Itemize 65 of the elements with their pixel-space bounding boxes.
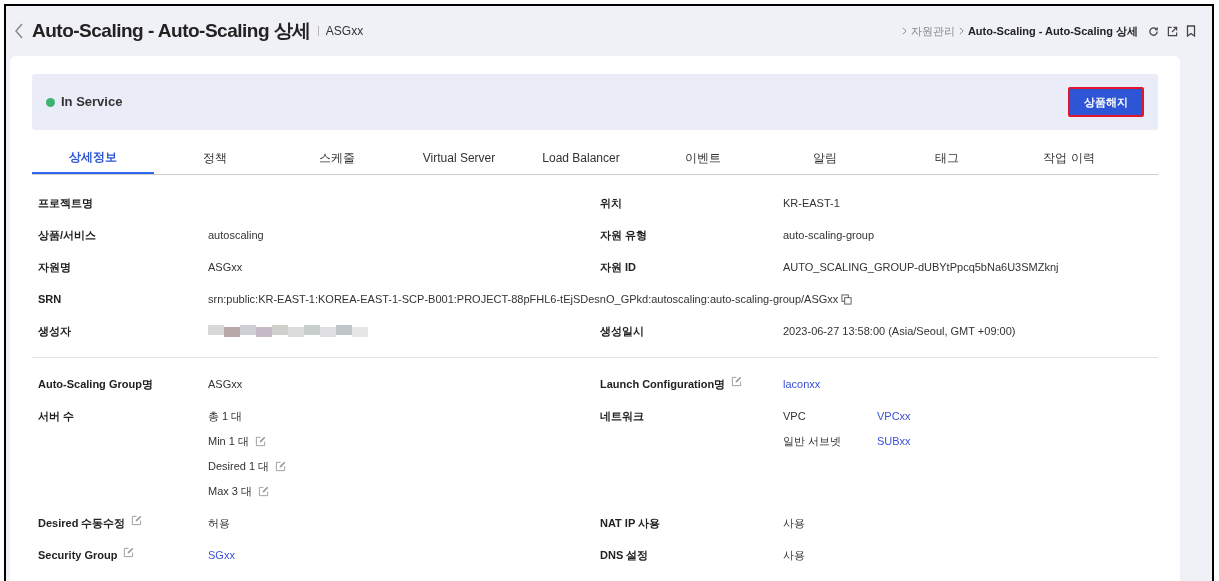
- field-value: Max 3 대: [208, 483, 252, 499]
- field-label: 생성일시: [600, 324, 644, 339]
- field-value: ASGxx: [208, 376, 243, 392]
- field-label: 네트워크: [600, 409, 644, 424]
- page-subtitle: ASGxx: [325, 23, 364, 40]
- field-value: 일반 서브넷: [783, 433, 843, 449]
- external-link-icon[interactable]: [1167, 25, 1178, 37]
- tab[interactable]: 이벤트: [642, 142, 764, 174]
- field-label: Launch Configuration명: [600, 377, 726, 392]
- edit-icon[interactable]: [258, 485, 269, 497]
- link[interactable]: SGxx: [208, 546, 235, 564]
- link[interactable]: VPCxx: [877, 407, 911, 425]
- bookmark-icon[interactable]: [1186, 25, 1196, 37]
- back-icon[interactable]: [14, 23, 24, 39]
- edit-icon[interactable]: [131, 515, 143, 526]
- field-value: 2023-06-27 13:58:00 (Asia/Seoul, GMT +09:00): [783, 323, 1016, 339]
- edit-icon[interactable]: [123, 547, 135, 558]
- field-value: ASGxx: [208, 259, 243, 275]
- status-text: In Service: [61, 93, 123, 112]
- field-value: 사용: [783, 515, 805, 531]
- link[interactable]: laconxx: [783, 375, 821, 393]
- tab[interactable]: 상세정보: [32, 142, 154, 174]
- field-value: Min 1 대: [208, 433, 249, 449]
- field-label: 위치: [600, 196, 622, 211]
- field-value: 총 1 대: [208, 408, 243, 424]
- field-label: 자원명: [38, 260, 71, 275]
- tab[interactable]: 알림: [764, 142, 886, 174]
- field-value: Desired 1 대: [208, 458, 270, 474]
- field-value: srn:public:KR-EAST-1:KOREA-EAST-1-SCP-B001:PROJECT-88pFHL6-tEjSDesnO_GPkd:autoscaling:auto-scaling-group/ASGxx: [208, 291, 839, 307]
- edit-icon[interactable]: [254, 435, 266, 447]
- field-label: DNS 설정: [600, 548, 649, 563]
- link[interactable]: SUBxx: [877, 432, 911, 450]
- field-value: auto-scaling-group: [783, 227, 875, 243]
- edit-icon[interactable]: [731, 376, 743, 387]
- breadcrumb-item: Auto-Scaling - Auto-Scaling 상세: [967, 23, 1138, 39]
- field-value: VPC: [783, 408, 807, 424]
- field-label: Desired 수동수정: [38, 516, 126, 531]
- edit-icon[interactable]: [275, 460, 287, 472]
- field-label: Auto-Scaling Group명: [38, 377, 153, 392]
- refresh-icon[interactable]: [1148, 25, 1159, 37]
- field-label: SRN: [38, 292, 62, 307]
- field-label: Security Group: [38, 548, 118, 563]
- field-label: 생성자: [38, 324, 71, 339]
- tab[interactable]: 스케줄: [276, 142, 398, 174]
- field-value: autoscaling: [208, 227, 264, 243]
- tab[interactable]: Load Balancer: [520, 142, 642, 174]
- page-title: Auto-Scaling - Auto-Scaling 상세: [32, 18, 311, 43]
- terminate-button[interactable]: 상품해지: [1068, 87, 1144, 117]
- field-value: 허용: [208, 515, 230, 531]
- chevron-right-icon: [958, 27, 964, 35]
- field-value: 사용: [783, 547, 805, 563]
- copy-icon[interactable]: [841, 293, 853, 305]
- field-label: 자원 ID: [600, 260, 637, 275]
- field-label: NAT IP 사용: [600, 516, 661, 531]
- field-label: 상품/서비스: [38, 228, 97, 243]
- tab[interactable]: 정책: [154, 142, 276, 174]
- tab[interactable]: Virtual Server: [398, 142, 520, 174]
- field-label: 프로젝트명: [38, 196, 93, 211]
- tab[interactable]: 태그: [886, 142, 1008, 174]
- field-label: 서버 수: [38, 409, 75, 424]
- field-label: 자원 유형: [600, 228, 648, 243]
- chevron-right-icon: [901, 27, 907, 35]
- tab[interactable]: 작업 이력: [1008, 142, 1130, 174]
- field-value: AUTO_SCALING_GROUP-dUBYtPpcq5bNa6U3SMZknj: [783, 259, 1059, 275]
- field-value: KR-EAST-1: [783, 195, 840, 211]
